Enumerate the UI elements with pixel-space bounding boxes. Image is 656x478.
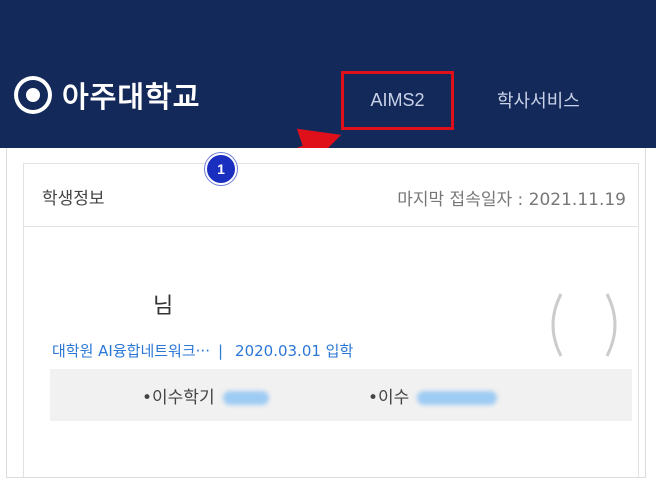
department-separator: | — [217, 341, 224, 360]
profile-photo-placeholder-icon — [551, 293, 617, 357]
completion-redacted — [417, 391, 498, 405]
step-number-badge: 1 — [205, 153, 237, 185]
card-title: 학생정보 — [42, 189, 105, 209]
completion-label: •이수 — [368, 388, 410, 408]
last-login-date: 마지막 접속일자 : 2021.11.19 — [397, 190, 626, 210]
student-name-suffix: 님 — [153, 294, 174, 319]
info-strip: •이수학기 •이수 — [50, 369, 632, 421]
admission-date: 2020.03.01 입학 — [235, 342, 354, 360]
student-info-card: 학생정보 마지막 접속일자 : 2021.11.19 님 대학원 AI융합네트워… — [6, 148, 646, 478]
department-name[interactable]: 대학원 AI융합네트워크··· — [52, 340, 210, 361]
card-body: 님 대학원 AI융합네트워크··· | 2020.03.01 입학 •이수학기 … — [23, 226, 639, 478]
semester-count-label: •이수학기 — [142, 388, 215, 408]
semester-count-redacted — [222, 391, 269, 405]
department-line: 대학원 AI융합네트워크··· | 2020.03.01 입학 — [52, 340, 353, 361]
completion-item: •이수 — [368, 383, 498, 408]
semester-count-item: •이수학기 — [142, 383, 269, 408]
card-header: 학생정보 마지막 접속일자 : 2021.11.19 — [23, 163, 639, 227]
